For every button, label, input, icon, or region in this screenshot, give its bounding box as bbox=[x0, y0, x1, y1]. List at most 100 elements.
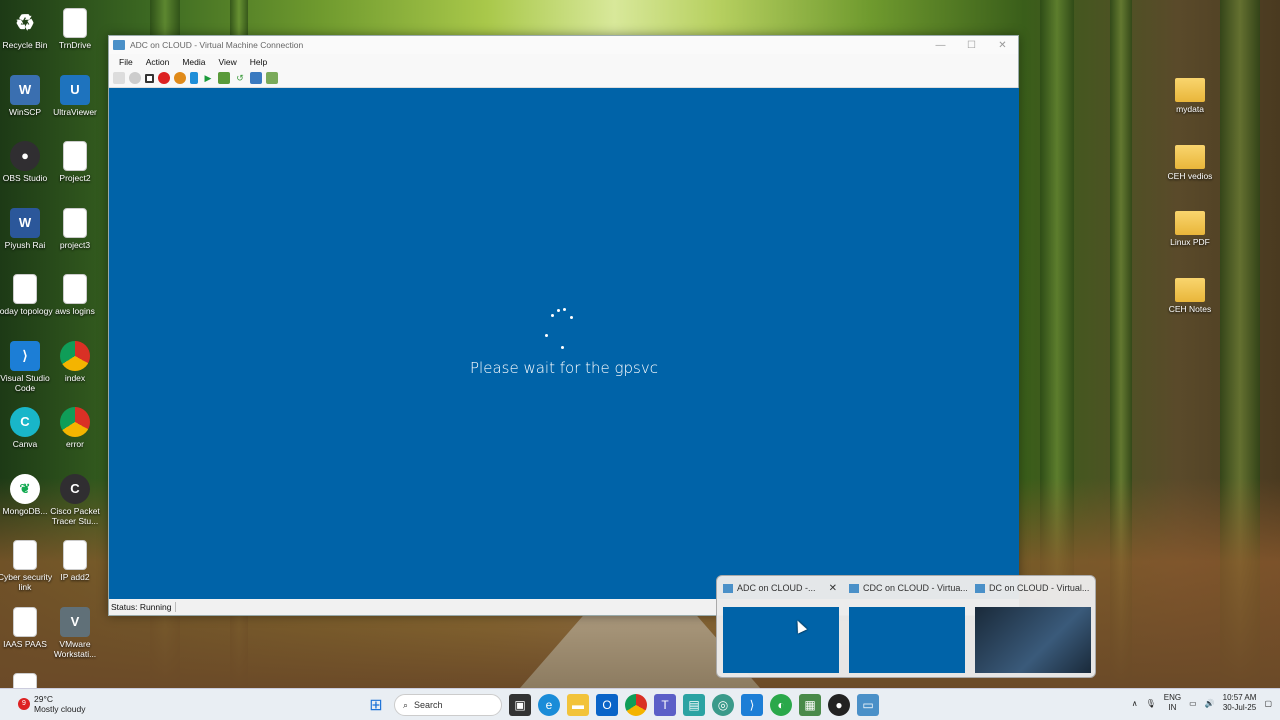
network-icon[interactable]: ▭ bbox=[1189, 699, 1197, 708]
outlook-icon[interactable]: O bbox=[596, 694, 618, 716]
checkpoint-icon[interactable] bbox=[250, 72, 262, 84]
desktop-icon[interactable]: C Canva bbox=[0, 407, 53, 449]
thumbnail-preview[interactable] bbox=[723, 607, 839, 673]
vm-connection-icon bbox=[849, 583, 859, 593]
thumbnail-preview[interactable] bbox=[849, 607, 965, 673]
folder-icon bbox=[1175, 78, 1205, 102]
desktop-icon[interactable]: aws logins bbox=[47, 274, 103, 316]
shutdown-icon[interactable] bbox=[158, 72, 170, 84]
desktop-icon[interactable]: CEH Notes bbox=[1162, 274, 1218, 314]
ctrl-alt-del-icon[interactable] bbox=[113, 72, 125, 84]
desktop-icon-label: index bbox=[64, 372, 86, 383]
desktop-icon[interactable]: today topology bbox=[0, 274, 53, 316]
desktop-icon-label: today topology bbox=[0, 306, 53, 316]
desktop-icon-label: project3 bbox=[59, 239, 91, 250]
desktop-icon[interactable]: Project2 bbox=[47, 141, 103, 183]
thumbnail-preview[interactable] bbox=[975, 607, 1091, 673]
close-button[interactable]: ✕ bbox=[987, 40, 1018, 51]
menu-view[interactable]: View bbox=[218, 57, 236, 67]
desktop-icon-label: Canva bbox=[12, 439, 38, 449]
desktop-icon-label: Cyber security link bbox=[0, 572, 53, 592]
start-button-icon[interactable]: ⊞ bbox=[365, 694, 387, 716]
turn-off-icon[interactable] bbox=[145, 73, 154, 83]
desktop-icon[interactable]: ♻ Recycle Bin bbox=[0, 8, 53, 51]
menu-media[interactable]: Media bbox=[182, 57, 205, 67]
drive-icon: ▭ bbox=[63, 8, 87, 38]
desktop-icon[interactable]: ● OBS Studio bbox=[0, 141, 53, 183]
desktop-icon[interactable]: ❦ MongoDB... bbox=[0, 473, 53, 516]
desktop-icon-label: error bbox=[66, 439, 84, 449]
edge-icon[interactable]: e bbox=[538, 694, 560, 716]
minimize-button[interactable]: — bbox=[925, 40, 956, 51]
vm-connection-icon bbox=[113, 40, 125, 50]
thumbnail-dc[interactable]: DC on CLOUD - Virtual... bbox=[969, 576, 1093, 679]
clock[interactable]: 10:57 AM 30-Jul-25 bbox=[1223, 693, 1257, 713]
app-icon-2[interactable]: ◎ bbox=[712, 694, 734, 716]
microphone-icon[interactable]: 🎙 bbox=[1146, 699, 1156, 708]
chrome-icon[interactable] bbox=[625, 694, 647, 716]
weather-badge-icon: 9 bbox=[18, 698, 30, 710]
vmware-icon: V bbox=[60, 606, 90, 637]
vm-connection-icon[interactable]: ▭ bbox=[857, 694, 879, 716]
desktop-icon[interactable]: CEH vedios bbox=[1162, 141, 1218, 181]
pause-icon[interactable] bbox=[190, 72, 198, 84]
chevron-up-icon[interactable]: ∧ bbox=[1132, 699, 1138, 708]
desktop-icon[interactable]: U UltraViewer bbox=[47, 74, 103, 117]
app-icon[interactable]: ▤ bbox=[683, 694, 705, 716]
thumbnail-adc[interactable]: ADC on CLOUD -... ✕ bbox=[717, 576, 841, 679]
weather-widget[interactable]: 9 29°C Mostly cloudy bbox=[18, 694, 86, 714]
desktop-icon-label: Project2 bbox=[59, 173, 91, 183]
thumbnail-cdc[interactable]: CDC on CLOUD - Virtua... bbox=[843, 576, 967, 679]
maximize-button[interactable]: ☐ bbox=[956, 40, 987, 51]
notification-icon[interactable]: ▢ bbox=[1264, 699, 1272, 708]
volume-icon[interactable]: 🔊 bbox=[1205, 699, 1215, 708]
teams-icon[interactable]: T bbox=[654, 694, 676, 716]
desktop-icon[interactable]: index bbox=[47, 340, 103, 383]
search-icon: ⌕ bbox=[403, 699, 409, 710]
task-view-icon[interactable]: ▣ bbox=[509, 694, 531, 716]
menu-file[interactable]: File bbox=[119, 57, 133, 67]
desktop-icon[interactable]: mydata bbox=[1162, 74, 1218, 114]
app-icon-5[interactable]: ● bbox=[828, 694, 850, 716]
app-icon-3[interactable]: ◐ bbox=[770, 694, 792, 716]
desktop-icon[interactable]: error bbox=[47, 407, 103, 449]
taskbar-search[interactable]: ⌕ Search bbox=[394, 694, 502, 716]
canva-icon: C bbox=[10, 407, 40, 437]
desktop-icon[interactable]: V VMware Workstati... bbox=[47, 606, 103, 659]
window-titlebar[interactable]: ADC on CLOUD - Virtual Machine Connectio… bbox=[109, 36, 1018, 54]
reset-icon[interactable] bbox=[218, 72, 230, 84]
menu-action[interactable]: Action bbox=[146, 57, 170, 67]
desktop-icon[interactable]: Linux PDF bbox=[1162, 207, 1218, 247]
vscode-icon[interactable]: ⟩ bbox=[741, 694, 763, 716]
desktop-icon[interactable]: Cyber security link bbox=[0, 540, 53, 592]
cisco-icon: C bbox=[60, 473, 90, 504]
desktop-icon-label: CEH Notes bbox=[1168, 303, 1212, 314]
status-text: Status: Running bbox=[111, 602, 177, 612]
desktop-icon[interactable]: W Piyush Rai bbox=[0, 207, 53, 250]
menu-bar: File Action Media View Help bbox=[109, 54, 1018, 69]
revert-icon[interactable]: ↺ bbox=[234, 72, 246, 84]
desktop-icon-label: Visual Studio Code bbox=[0, 372, 50, 393]
resume-icon[interactable]: ▶ bbox=[202, 72, 214, 84]
vm-screen[interactable]: Please wait for the gpsvc bbox=[109, 88, 1019, 600]
language-indicator[interactable]: ENG IN bbox=[1164, 693, 1181, 713]
vm-toolbar: ▶ ↺ bbox=[109, 69, 1018, 88]
desktop-icon[interactable]: IP add2 bbox=[47, 540, 103, 582]
app-icon-4[interactable]: ▦ bbox=[799, 694, 821, 716]
save-state-icon[interactable] bbox=[174, 72, 186, 84]
clock-date: 30-Jul-25 bbox=[1222, 703, 1257, 712]
desktop-icon[interactable]: project3 bbox=[47, 207, 103, 250]
taskbar-thumbnail-popup: ADC on CLOUD -... ✕ CDC on CLOUD - Virtua… bbox=[716, 575, 1096, 678]
desktop-icon[interactable]: C Cisco Packet Tracer Stu... bbox=[47, 473, 103, 526]
desktop-icon[interactable]: IAAS PAAS bbox=[0, 606, 53, 649]
start-icon[interactable] bbox=[129, 72, 141, 84]
enhanced-session-icon[interactable] bbox=[266, 72, 278, 84]
thumbnail-close-button[interactable]: ✕ bbox=[829, 583, 837, 594]
menu-help[interactable]: Help bbox=[250, 57, 267, 67]
desktop-icon[interactable]: ▭ TrnDrive bbox=[47, 8, 103, 50]
recycle-bin-icon: ♻ bbox=[15, 10, 35, 35]
vm-connection-window[interactable]: ADC on CLOUD - Virtual Machine Connectio… bbox=[108, 35, 1019, 616]
desktop-icon[interactable]: W WinSCP bbox=[0, 74, 53, 117]
file-explorer-icon[interactable]: ▬ bbox=[567, 694, 589, 716]
desktop-icon[interactable]: ⟩ Visual Studio Code bbox=[0, 340, 53, 393]
